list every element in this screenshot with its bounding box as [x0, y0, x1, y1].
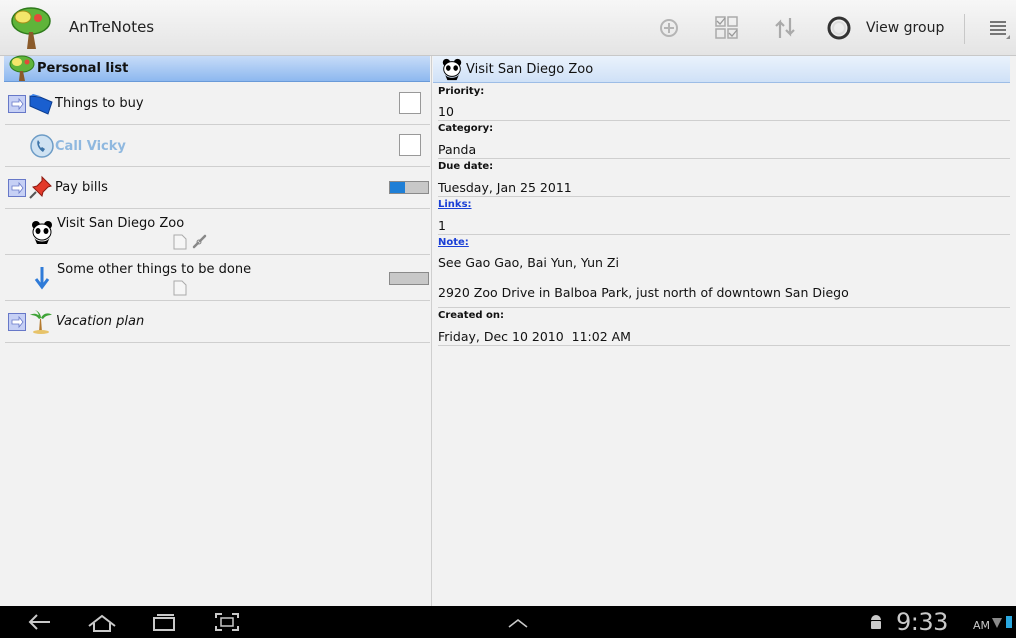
view-group-button[interactable]: View group: [826, 10, 944, 46]
clock-time: 9:33: [896, 608, 948, 636]
field-due-date: Due date: Tuesday, Jan 25 2011: [438, 159, 1010, 197]
list-item-label: Call Vicky: [55, 139, 126, 154]
view-group-label: View group: [866, 20, 945, 36]
list-header[interactable]: Personal list: [4, 55, 430, 82]
divider: [964, 14, 965, 44]
field-note: Note: See Gao Gao, Bai Yun, Yun Zi 2920 …: [438, 235, 1010, 308]
list-item-label: Vacation plan: [56, 314, 145, 329]
detail-pane: Visit San Diego Zoo Priority: 10 Categor…: [433, 56, 1016, 606]
list-item[interactable]: Things to buy: [5, 83, 430, 125]
field-links: Links: 1: [438, 197, 1010, 235]
detail-title: Visit San Diego Zoo: [466, 62, 594, 77]
pin-icon: [29, 175, 52, 199]
field-category: Category: Panda: [438, 121, 1010, 159]
system-bar: 9:33 AM: [0, 606, 1016, 638]
app-title: AnTreNotes: [69, 18, 155, 36]
list-item[interactable]: Call Vicky: [5, 125, 430, 167]
panda-icon: [442, 58, 462, 81]
field-created-on: Created on: Friday, Dec 10 2010 11:02 AM: [438, 308, 1010, 346]
field-value: 1: [438, 218, 446, 233]
field-priority: Priority: 10: [438, 84, 1010, 121]
note-icon: [173, 234, 187, 250]
list-item[interactable]: Pay bills: [5, 167, 430, 209]
expand-icon[interactable]: [8, 95, 26, 113]
checkbox[interactable]: [399, 92, 421, 114]
list-item[interactable]: Vacation plan: [5, 301, 430, 343]
field-value: Friday, Dec 10 2010 11:02 AM: [438, 329, 631, 344]
add-icon[interactable]: [655, 14, 683, 42]
recent-apps-icon[interactable]: [150, 612, 178, 632]
battery-icon: [1006, 616, 1012, 628]
progress-bar: [389, 272, 429, 285]
checkbox[interactable]: [399, 134, 421, 156]
tree-logo-icon[interactable]: [8, 6, 54, 50]
field-value: 10: [438, 104, 454, 119]
field-value: See Gao Gao, Bai Yun, Yun Zi: [438, 255, 619, 270]
multi-select-icon[interactable]: [713, 14, 741, 42]
folder-icon: [29, 94, 53, 115]
down-arrow-icon: [34, 267, 50, 290]
list-item[interactable]: Visit San Diego Zoo: [5, 209, 430, 255]
field-value: Tuesday, Jan 25 2011: [438, 180, 572, 195]
wifi-icon: [992, 618, 1002, 628]
field-label: Priority:: [438, 86, 485, 97]
menu-icon[interactable]: [984, 14, 1012, 42]
field-label: Category:: [438, 123, 494, 134]
list-item-label: Some other things to be done: [57, 262, 252, 277]
list-title: Personal list: [37, 61, 129, 76]
list-item-label: Things to buy: [55, 96, 144, 111]
note-link[interactable]: Note:: [438, 237, 469, 248]
panda-icon: [32, 221, 52, 244]
field-value: Panda: [438, 142, 477, 157]
progress-fill: [390, 182, 406, 193]
list-item-label: Visit San Diego Zoo: [57, 216, 185, 231]
progress-bar: [389, 181, 429, 194]
expand-icon[interactable]: [8, 313, 26, 331]
list-item-label: Pay bills: [55, 180, 108, 195]
detail-header: Visit San Diego Zoo: [433, 56, 1010, 83]
circle-icon: [827, 16, 851, 40]
field-label: Created on:: [438, 310, 504, 321]
field-value: 2920 Zoo Drive in Balboa Park, just nort…: [438, 285, 849, 300]
links-link[interactable]: Links:: [438, 199, 472, 210]
field-label: Due date:: [438, 161, 494, 172]
screenshot-icon[interactable]: [213, 612, 241, 632]
chevron-up-icon[interactable]: [506, 612, 530, 632]
task-list-pane: Personal list Things to buy Call Vicky P…: [0, 55, 432, 606]
palm-tree-icon: [30, 310, 52, 334]
sort-icon[interactable]: [771, 14, 799, 42]
clock-ampm: AM: [973, 619, 991, 632]
note-icon: [173, 280, 187, 296]
tree-icon: [9, 55, 35, 81]
android-icon: [871, 615, 881, 629]
list-item[interactable]: Some other things to be done: [5, 255, 430, 301]
back-icon[interactable]: [26, 612, 52, 632]
action-bar: AnTreNotes View group: [0, 0, 1016, 56]
home-icon[interactable]: [86, 612, 118, 632]
link-icon: [192, 234, 207, 249]
expand-icon[interactable]: [8, 179, 26, 197]
phone-icon: [30, 134, 54, 158]
